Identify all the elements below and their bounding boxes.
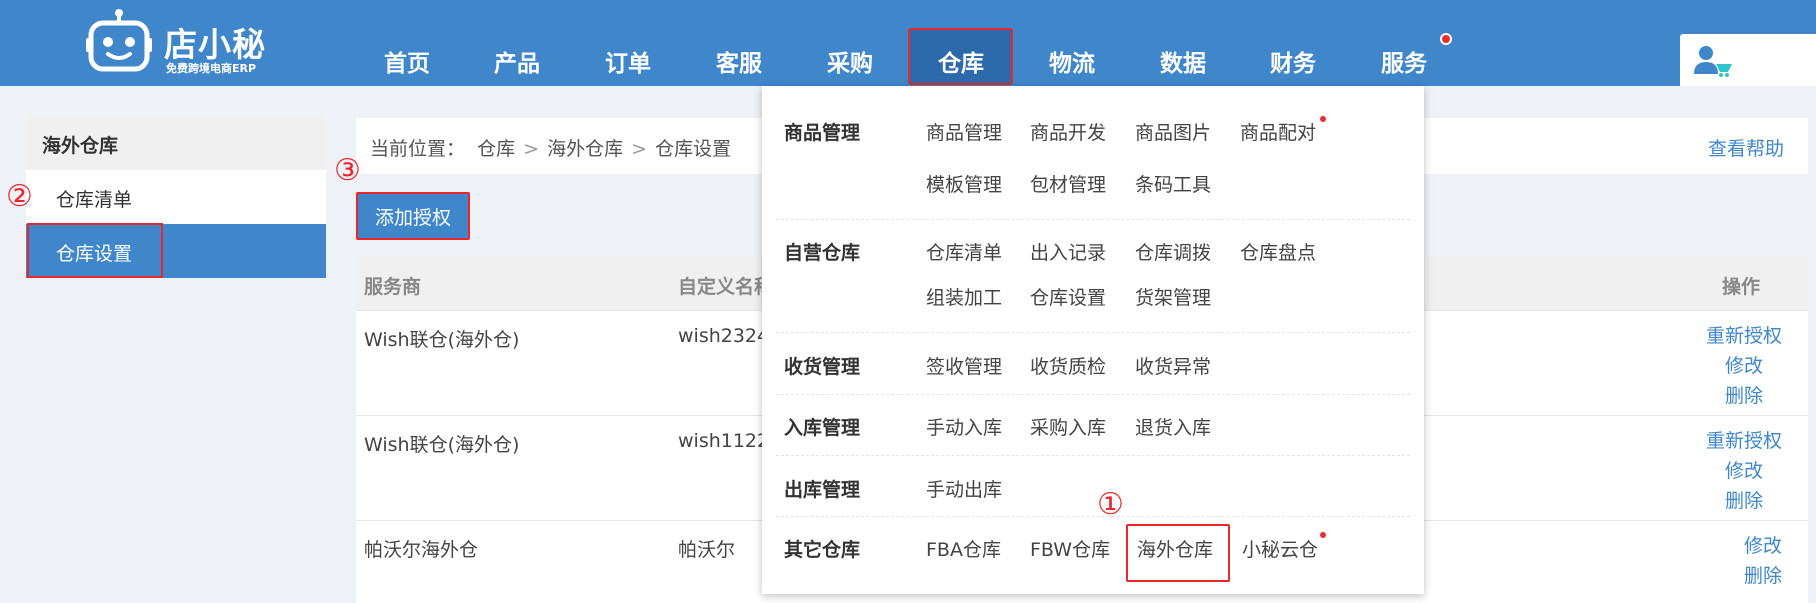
menu-item-manual-inbound[interactable]: 手动入库 bbox=[926, 413, 1002, 440]
breadcrumb-separator: > bbox=[523, 138, 540, 160]
nav-home[interactable]: 首页 bbox=[384, 44, 430, 78]
menu-item-warehouse-transfer[interactable]: 仓库调拨 bbox=[1135, 238, 1211, 265]
delete-link[interactable]: 删除 bbox=[1706, 486, 1782, 516]
menu-item-product-images[interactable]: 商品图片 bbox=[1135, 118, 1211, 145]
row-operations: 修改 删除 bbox=[1744, 531, 1782, 591]
robot-icon bbox=[86, 9, 152, 72]
overseas-warehouse-highlight-box bbox=[1126, 524, 1230, 582]
services-notification-dot bbox=[1440, 33, 1452, 45]
menu-item-inout-records[interactable]: 出入记录 bbox=[1030, 238, 1106, 265]
warehouse-dropdown-menu: 商品管理 商品管理 商品开发 商品图片 商品配对 模板管理 包材管理 条码工具 … bbox=[762, 86, 1424, 594]
reauthorize-link[interactable]: 重新授权 bbox=[1706, 426, 1782, 456]
nav-logistics[interactable]: 物流 bbox=[1049, 44, 1095, 78]
menu-category-receiving: 收货管理 bbox=[784, 356, 861, 378]
sidebar-item-warehouse-list[interactable]: 仓库清单 bbox=[26, 170, 326, 224]
breadcrumb-separator: > bbox=[631, 138, 648, 160]
nav-data[interactable]: 数据 bbox=[1160, 44, 1206, 78]
breadcrumb-item-overseas[interactable]: 海外仓库 bbox=[547, 138, 623, 160]
menu-divider bbox=[776, 516, 1410, 517]
row-operations: 重新授权 修改 删除 bbox=[1706, 321, 1782, 411]
menu-item-receiving-exceptions[interactable]: 收货异常 bbox=[1135, 352, 1211, 379]
menu-item-assembly[interactable]: 组装加工 bbox=[926, 283, 1002, 310]
menu-divider bbox=[776, 219, 1410, 220]
menu-item-warehouse-settings[interactable]: 仓库设置 bbox=[1030, 283, 1106, 310]
user-cart-icon bbox=[1694, 46, 1732, 77]
menu-item-stock-count[interactable]: 仓库盘点 bbox=[1240, 238, 1316, 265]
menu-item-manual-outbound[interactable]: 手动出库 bbox=[926, 475, 1002, 502]
menu-item-product-dev[interactable]: 商品开发 bbox=[1030, 118, 1106, 145]
menu-category-outbound: 出库管理 bbox=[784, 479, 861, 501]
logo[interactable]: 店小秘 免费跨境电商ERP bbox=[86, 8, 286, 78]
menu-item-warehouse-list[interactable]: 仓库清单 bbox=[926, 238, 1002, 265]
menu-category-other-warehouses: 其它仓库 bbox=[784, 539, 861, 561]
header-operations: 操作 bbox=[1721, 276, 1760, 298]
help-link[interactable]: 查看帮助 bbox=[1708, 134, 1784, 161]
delete-link[interactable]: 删除 bbox=[1744, 561, 1782, 591]
menu-category-product-mgmt: 商品管理 bbox=[784, 122, 861, 144]
menu-category-own-warehouse: 自营仓库 bbox=[784, 242, 861, 264]
menu-item-fbw-warehouse[interactable]: FBW仓库 bbox=[1030, 535, 1110, 562]
menu-item-shelf-mgmt[interactable]: 货架管理 bbox=[1135, 283, 1211, 310]
logo-subtitle: 免费跨境电商ERP bbox=[166, 62, 257, 75]
cell-provider: Wish联仓(海外仓) bbox=[364, 434, 520, 456]
breadcrumb-label: 当前位置： bbox=[370, 138, 466, 160]
edit-link[interactable]: 修改 bbox=[1706, 351, 1782, 381]
menu-item-packaging-mgmt[interactable]: 包材管理 bbox=[1030, 170, 1106, 197]
breadcrumb-item-settings: 仓库设置 bbox=[655, 138, 732, 160]
edit-link[interactable]: 修改 bbox=[1744, 531, 1782, 561]
cell-custom-name: wish2324 bbox=[678, 325, 770, 347]
cell-provider: 帕沃尔海外仓 bbox=[364, 539, 479, 561]
logo-name: 店小秘 bbox=[164, 25, 266, 64]
user-menu[interactable] bbox=[1680, 34, 1816, 86]
breadcrumb-item-warehouse[interactable]: 仓库 bbox=[477, 138, 515, 160]
menu-item-purchase-inbound[interactable]: 采购入库 bbox=[1030, 413, 1106, 440]
menu-item-template-mgmt[interactable]: 模板管理 bbox=[926, 170, 1002, 197]
top-navbar: 店小秘 免费跨境电商ERP 首页 产品 订单 客服 采购 仓库 物流 数据 财务… bbox=[0, 0, 1816, 86]
step-1-marker: ① bbox=[1097, 487, 1124, 522]
menu-item-quality-check[interactable]: 收货质检 bbox=[1030, 352, 1106, 379]
menu-item-barcode-tool[interactable]: 条码工具 bbox=[1135, 170, 1211, 197]
menu-divider bbox=[776, 455, 1410, 456]
reauthorize-link[interactable]: 重新授权 bbox=[1706, 321, 1782, 351]
menu-item-return-inbound[interactable]: 退货入库 bbox=[1135, 413, 1211, 440]
nav-orders[interactable]: 订单 bbox=[605, 44, 651, 78]
menu-item-xiaomi-cloud-warehouse[interactable]: 小秘云仓 bbox=[1242, 535, 1318, 562]
product-pairing-dot bbox=[1320, 116, 1326, 122]
nav-products[interactable]: 产品 bbox=[494, 44, 540, 78]
cell-custom-name: wish1122 bbox=[678, 430, 770, 452]
step-3-marker: ③ bbox=[334, 153, 361, 188]
nav-finance[interactable]: 财务 bbox=[1270, 44, 1316, 78]
add-authorization-button[interactable]: 添加授权 bbox=[356, 192, 470, 240]
menu-category-inbound: 入库管理 bbox=[784, 417, 861, 439]
menu-divider bbox=[776, 394, 1410, 395]
step-2-marker: ② bbox=[6, 179, 33, 214]
delete-link[interactable]: 删除 bbox=[1706, 381, 1782, 411]
nav-purchasing[interactable]: 采购 bbox=[827, 44, 873, 78]
header-custom-name: 自定义名称 bbox=[678, 276, 774, 298]
cloud-warehouse-dot bbox=[1320, 532, 1326, 538]
nav-customer-service[interactable]: 客服 bbox=[716, 44, 762, 78]
nav-warehouse[interactable]: 仓库 bbox=[938, 44, 984, 78]
menu-item-product-pairing[interactable]: 商品配对 bbox=[1240, 118, 1316, 145]
edit-link[interactable]: 修改 bbox=[1706, 456, 1782, 486]
menu-item-sign-receipt[interactable]: 签收管理 bbox=[926, 352, 1002, 379]
cell-provider: Wish联仓(海外仓) bbox=[364, 329, 520, 351]
cell-custom-name: 帕沃尔 bbox=[678, 539, 736, 561]
menu-divider bbox=[776, 332, 1410, 333]
sidebar-heading: 海外仓库 bbox=[26, 116, 326, 170]
menu-item-product-mgmt[interactable]: 商品管理 bbox=[926, 118, 1002, 145]
row-operations: 重新授权 修改 删除 bbox=[1706, 426, 1782, 516]
nav-services[interactable]: 服务 bbox=[1381, 44, 1427, 78]
sidebar-highlight-box bbox=[27, 223, 163, 278]
menu-item-fba-warehouse[interactable]: FBA仓库 bbox=[926, 535, 1001, 562]
header-provider: 服务商 bbox=[364, 276, 422, 298]
